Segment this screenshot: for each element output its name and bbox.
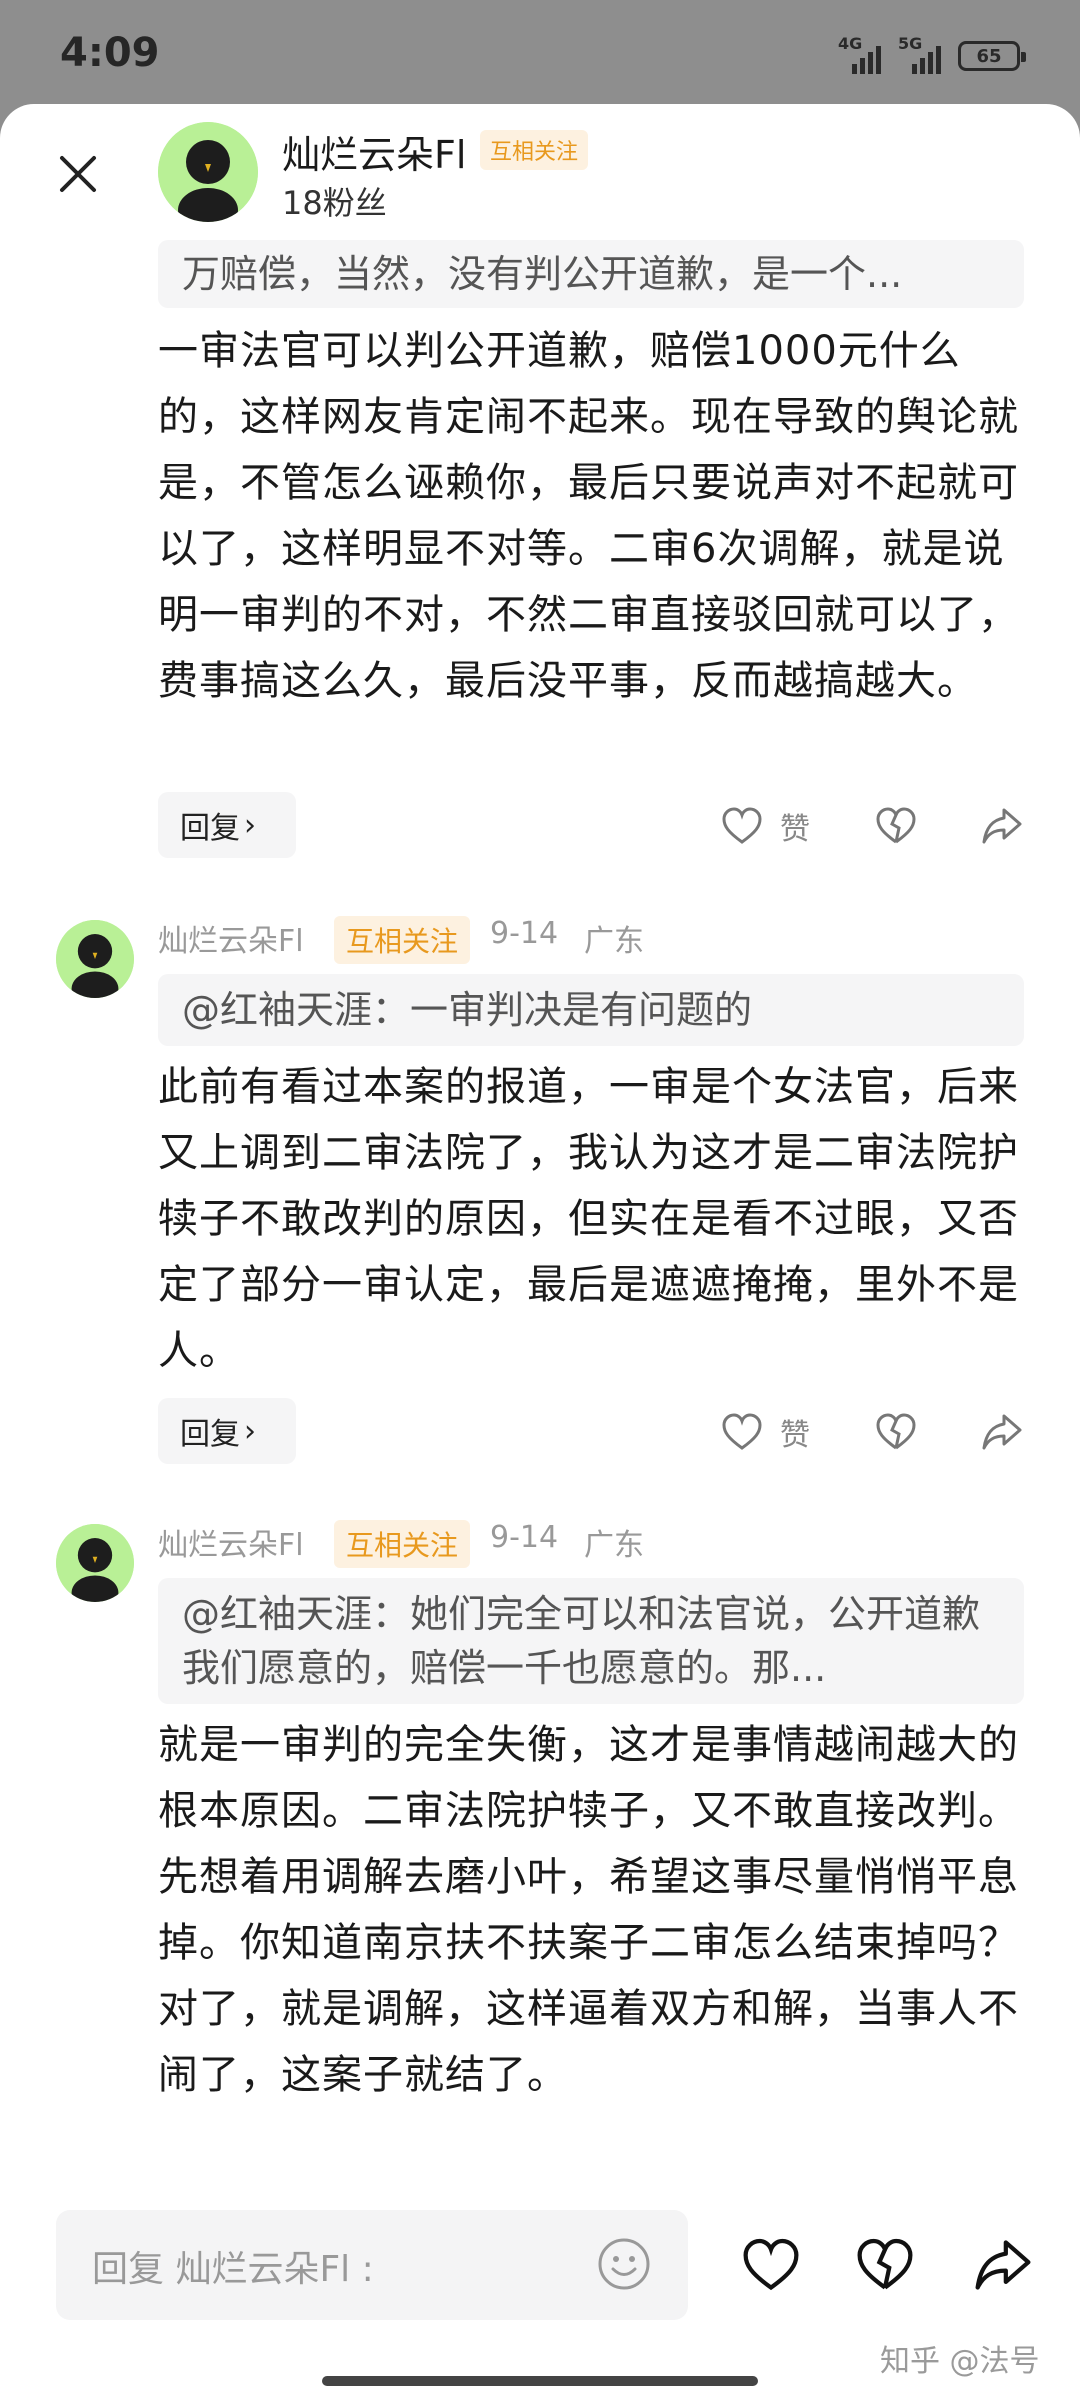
comment-date: 9-14 [490,916,559,951]
reply-button[interactable]: 回复 › [158,1398,296,1464]
comment-body: 就是一审判的完全失衡，这才是事情越闹越大的根本原因。二审法院护犊子，又不敢直接改… [158,1722,1019,2098]
comment-username[interactable]: 灿烂云朵Fl [158,916,304,960]
status-indicators: 4G 5G 65 [838,34,1026,76]
comment-username[interactable]: 灿烂云朵Fl [158,1520,304,1564]
comment-date: 9-14 [490,1520,559,1555]
avatar[interactable] [158,122,258,222]
header-username[interactable]: 灿烂云朵Fl [282,124,466,179]
emoji-icon[interactable] [596,2236,652,2292]
reply-input[interactable]: 回复 灿烂云朵Fl : [56,2210,688,2320]
battery-icon: 65 [958,41,1026,71]
watermark: 知乎 @法号 [880,2344,1040,2379]
mutual-follow-badge: 互相关注 [334,916,471,964]
reply-input-placeholder: 回复 灿烂云朵Fl : [92,2249,374,2290]
fans-count: 18粉丝 [282,184,387,222]
heart-icon[interactable] [720,1410,764,1454]
share-icon[interactable] [980,804,1024,848]
reply-button[interactable]: 回复 › [158,792,296,858]
heart-icon[interactable] [720,804,764,848]
chevron-right-icon: › [244,807,256,843]
comment-body: 一审法官可以判公开道歉，赔偿1000元什么的，这样网友肯定闹不起来。现在导致的舆… [158,328,1019,704]
share-icon[interactable] [980,1410,1024,1454]
broken-heart-icon[interactable] [874,1410,918,1454]
quoted-comment[interactable]: 万赔偿，当然，没有判公开道歉，是一个... [158,240,1024,308]
heart-icon[interactable] [740,2234,802,2296]
quoted-comment[interactable]: @红袖天涯：一审判决是有问题的 [158,974,1024,1046]
share-icon[interactable] [972,2234,1034,2296]
quoted-comment[interactable]: @红袖天涯：她们完全可以和法官说，公开道歉我们愿意的，赔偿一千也愿意的。那... [158,1578,1024,1704]
comment-body: 此前有看过本案的报道，一审是个女法官，后来又上调到二审法院了，我认为这才是二审法… [158,1064,1019,1374]
broken-heart-icon[interactable] [854,2234,916,2296]
mutual-follow-badge: 互相关注 [480,130,589,170]
avatar[interactable] [56,920,134,998]
chevron-right-icon: › [244,1413,256,1449]
close-icon[interactable] [54,150,102,198]
comment-location: 广东 [584,1528,644,1563]
status-time: 4:09 [60,30,160,76]
home-indicator[interactable] [322,2376,758,2386]
signal-5g-icon: 5G [898,34,944,74]
avatar[interactable] [56,1524,134,1602]
like-label[interactable]: 赞 [780,1410,810,1454]
like-label[interactable]: 赞 [780,804,810,848]
mutual-follow-badge: 互相关注 [334,1520,471,1568]
signal-4g-icon: 4G [838,34,884,74]
status-bar: 4:09 4G 5G 65 [0,0,1080,110]
broken-heart-icon[interactable] [874,804,918,848]
comment-location: 广东 [584,924,644,959]
comment-sheet: 灿烂云朵Fl 互相关注 18粉丝 万赔偿，当然，没有判公开道歉，是一个... 一… [0,104,1080,2400]
